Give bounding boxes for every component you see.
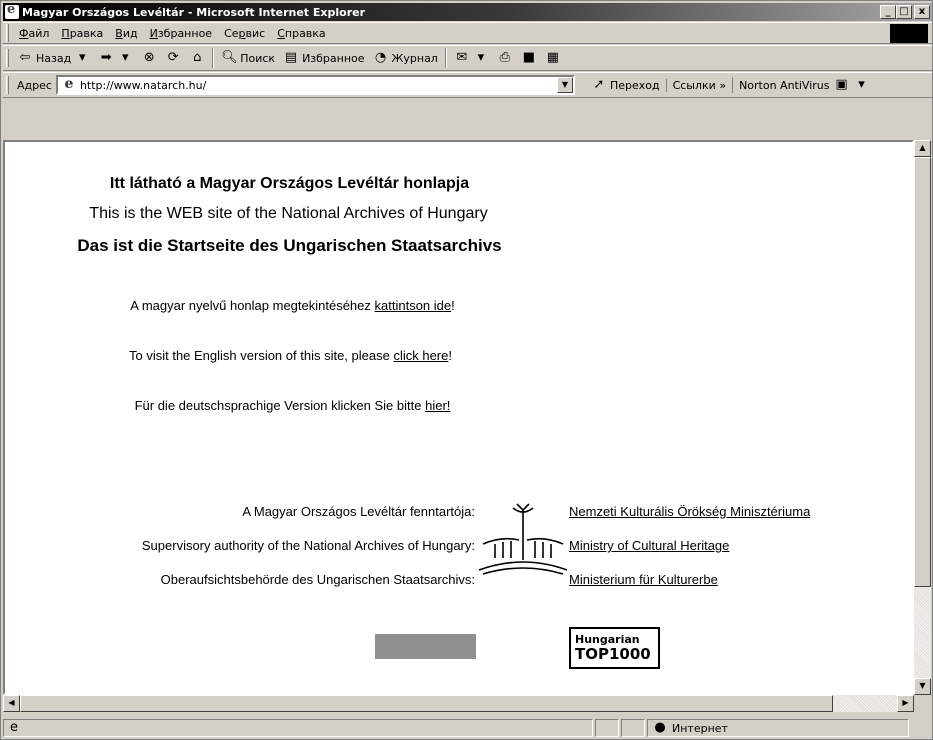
edit-icon: ■: [522, 50, 535, 65]
maximize-button[interactable]: □: [896, 5, 912, 19]
back-arrow-icon: ⇦: [19, 50, 31, 65]
page-status-icon: e: [10, 720, 18, 735]
address-bar: Адрес e http://www.natarch.hu/ ▼ ➚ Перехо…: [3, 72, 932, 98]
hungarian-top1000-badge[interactable]: Hungarian TOP1000: [569, 627, 660, 669]
hungarian-line: A magyar nyelvű honlap megtekintéséhez k…: [130, 298, 455, 313]
norton-icon: ▣: [835, 77, 848, 92]
page-icon: e: [64, 76, 74, 92]
menu-help[interactable]: Справка: [277, 27, 325, 40]
address-grip: [6, 76, 9, 94]
status-main-panel: e: [3, 719, 593, 737]
page-content: Itt látható a Magyar Országos Levéltár h…: [3, 140, 914, 695]
address-dropdown-button[interactable]: ▼: [556, 77, 573, 93]
ministry-link-hungarian[interactable]: Nemzeti Kulturális Örökség Minisztériuma: [569, 504, 810, 519]
windows-logo-box: [890, 24, 928, 43]
supervisory-label-english: Supervisory authority of the National Ar…: [141, 538, 475, 553]
minimize-button[interactable]: _: [880, 5, 896, 19]
heading-german: Das ist die Startseite des Ungarischen S…: [77, 236, 502, 255]
favorites-button[interactable]: ▤ Избранное: [283, 50, 365, 66]
back-dropdown-icon[interactable]: ▾: [74, 50, 90, 66]
search-icon: 🔍︎: [221, 50, 238, 65]
ie-icon: [5, 2, 19, 19]
status-secure-panel: [621, 719, 645, 737]
address-input[interactable]: e http://www.natarch.hu/ ▼: [55, 75, 575, 95]
heading-hungarian: Itt látható a Magyar Országos Levéltár h…: [109, 175, 470, 192]
globe-icon: ●: [654, 720, 666, 735]
scroll-up-button[interactable]: ▲: [914, 140, 931, 157]
forward-dropdown-icon[interactable]: ▾: [117, 50, 133, 66]
discuss-button[interactable]: ▦: [545, 50, 561, 66]
supervisory-label-german: Oberaufsichtsbehörde des Ungarischen Sta…: [160, 572, 475, 587]
menu-file[interactable]: Файл: [19, 27, 49, 40]
stop-button[interactable]: ⊗: [141, 50, 157, 66]
german-version-link[interactable]: hier!: [425, 398, 450, 413]
toolbar-separator: [212, 48, 215, 68]
browser-window: Magyar Országos Levéltár - Microsoft Int…: [0, 0, 933, 740]
status-bar: e ● Интернет: [3, 717, 932, 739]
menu-grip: [6, 24, 9, 42]
status-progress-panel: [595, 719, 619, 737]
heading-english: This is the WEB site of the National Arc…: [89, 205, 488, 222]
mail-button[interactable]: ✉ ▾: [454, 50, 489, 66]
print-icon: ⎙: [499, 50, 511, 65]
horizontal-scrollbar[interactable]: ◀ ▶: [3, 695, 914, 712]
hungarian-version-link[interactable]: kattintson ide: [375, 298, 452, 313]
favorites-folder-icon: ▤: [284, 50, 298, 65]
mail-dropdown-icon: ▾: [477, 50, 485, 65]
menu-view[interactable]: Вид: [115, 27, 137, 40]
refresh-button[interactable]: ⟳: [165, 50, 181, 66]
ministry-link-german[interactable]: Ministerium für Kulturerbe: [569, 572, 718, 587]
german-line: Für die deutschsprachige Version klicken…: [134, 398, 451, 413]
english-line: To visit the English version of this sit…: [128, 348, 452, 363]
scroll-down-button[interactable]: ▼: [914, 678, 931, 695]
print-button[interactable]: ⎙: [497, 50, 513, 66]
title-bar: Magyar Országos Levéltár - Microsoft Int…: [3, 2, 932, 21]
back-button[interactable]: ⇦ Назад ▾: [17, 50, 90, 66]
edit-button[interactable]: ■: [521, 50, 537, 66]
norton-dropdown-icon[interactable]: ▾: [854, 77, 870, 93]
links-chevron-icon[interactable]: »: [719, 79, 726, 92]
home-icon: ⌂: [193, 50, 202, 65]
supervisory-label-hungarian: A Magyar Országos Levéltár fenntartója:: [242, 504, 475, 519]
menu-favorites[interactable]: Избранное: [150, 27, 212, 40]
go-arrow-icon: ➚: [593, 77, 605, 92]
go-button[interactable]: ➚ Переход: [591, 77, 659, 93]
scroll-left-button[interactable]: ◀: [3, 695, 20, 712]
vertical-scrollbar[interactable]: ▲ ▼: [914, 140, 931, 695]
menu-bar: Файл Правка Вид Избранное Сервис Справка: [3, 22, 932, 44]
standard-toolbar: ⇦ Назад ▾ ➡ ▾ ⊗ ⟳ ⌂ 🔍︎ Поиск ▤ Избранное ◔ Жур…: [3, 45, 932, 71]
menu-edit[interactable]: Правка: [61, 27, 103, 40]
toolbar-grip: [6, 49, 9, 67]
ministry-link-english[interactable]: Ministry of Cultural Heritage: [569, 538, 729, 553]
menu-tools[interactable]: Сервис: [224, 27, 265, 40]
counter-placeholder: [375, 634, 476, 659]
search-button[interactable]: 🔍︎ Поиск: [221, 50, 275, 66]
vertical-scroll-thumb[interactable]: [914, 157, 931, 587]
status-zone-panel: ● Интернет: [647, 719, 909, 737]
mail-icon: ✉: [456, 50, 468, 65]
close-button[interactable]: x: [914, 5, 930, 19]
norton-antivirus-toolbar[interactable]: Norton AntiVirus ▣ ▾: [732, 77, 869, 93]
address-label: Адрес: [17, 78, 52, 92]
ministry-logo: [478, 503, 568, 575]
history-button[interactable]: ◔ Журнал: [373, 50, 438, 66]
window-title: Magyar Országos Levéltár - Microsoft Int…: [22, 5, 366, 19]
forward-arrow-icon: ➡: [100, 50, 112, 65]
refresh-icon: ⟳: [167, 50, 179, 65]
address-value[interactable]: http://www.natarch.hu/: [80, 79, 206, 92]
history-icon: ◔: [374, 50, 387, 65]
discuss-icon: ▦: [546, 50, 559, 65]
toolbar-separator: [444, 48, 447, 68]
links-button[interactable]: Ссылки »: [665, 78, 726, 92]
forward-button[interactable]: ➡ ▾: [98, 50, 133, 66]
english-version-link[interactable]: click here: [393, 348, 448, 363]
home-button[interactable]: ⌂: [189, 50, 205, 66]
scroll-right-button[interactable]: ▶: [897, 695, 914, 712]
stop-icon: ⊗: [143, 50, 155, 65]
horizontal-scroll-thumb[interactable]: [20, 695, 833, 712]
